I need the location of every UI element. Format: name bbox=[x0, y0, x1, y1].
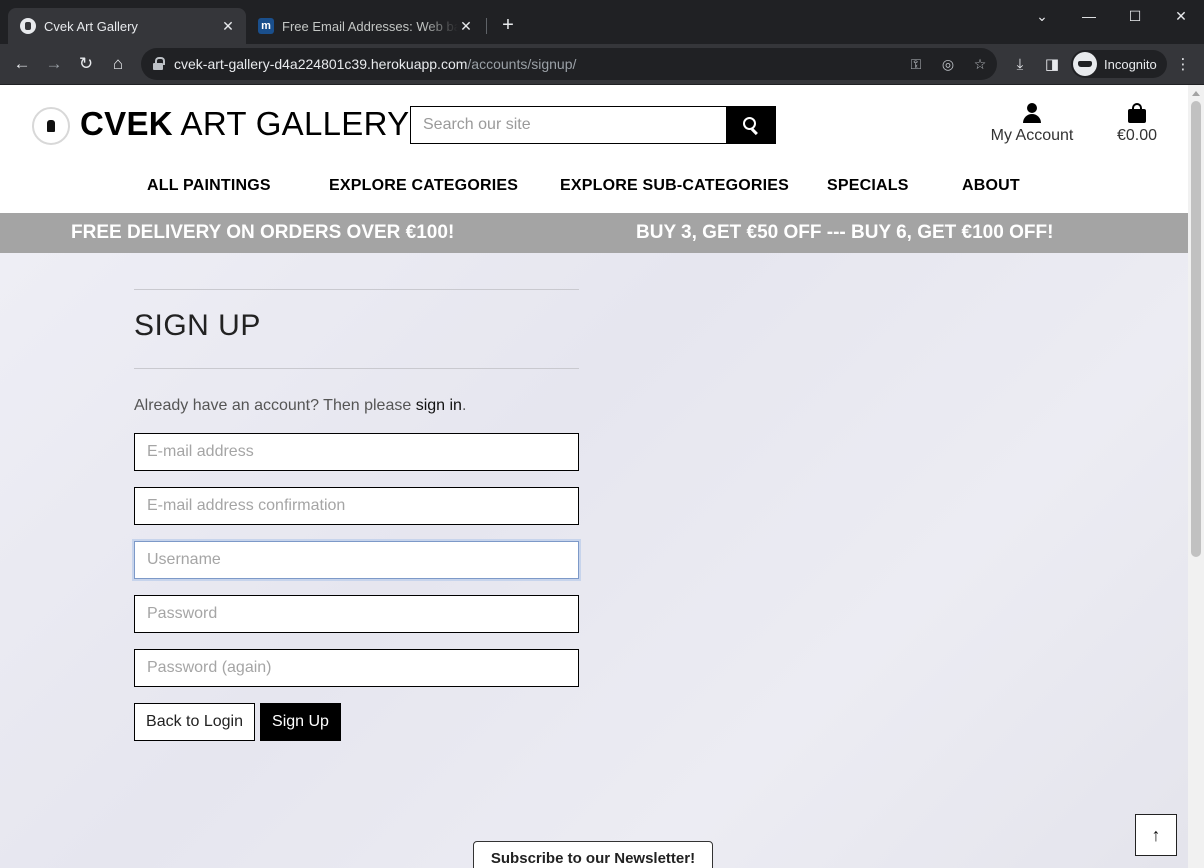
tab-divider bbox=[486, 18, 487, 34]
back-to-top-button[interactable]: ↑ bbox=[1135, 814, 1177, 856]
lock-icon[interactable] bbox=[153, 57, 165, 70]
search-button[interactable] bbox=[726, 106, 776, 144]
tab-title: Cvek Art Gallery bbox=[44, 18, 138, 34]
nav-specials[interactable]: SPECIALS bbox=[827, 177, 909, 195]
minimize-button[interactable]: — bbox=[1079, 6, 1099, 26]
divider bbox=[134, 289, 579, 290]
bag-total: €0.00 bbox=[1116, 127, 1158, 144]
password-field[interactable] bbox=[134, 595, 579, 633]
username-field[interactable] bbox=[134, 541, 579, 579]
sidepanel-icon[interactable]: ◨ bbox=[1043, 56, 1061, 74]
site-header: CVEK ART GALLERY My Account €0.00 ALL PA… bbox=[0, 85, 1188, 213]
incognito-icon bbox=[1073, 52, 1097, 76]
sign-up-button[interactable]: Sign Up bbox=[260, 703, 341, 741]
tab-free-email[interactable]: m Free Email Addresses: Web based ✕ bbox=[250, 8, 484, 44]
scrollbar-thumb[interactable] bbox=[1191, 101, 1201, 557]
close-tab-icon[interactable]: ✕ bbox=[458, 18, 474, 35]
sign-in-link[interactable]: sign in bbox=[416, 397, 462, 414]
nav-about[interactable]: ABOUT bbox=[962, 177, 1020, 195]
download-icon[interactable]: ⤓ bbox=[1011, 56, 1029, 74]
back-to-login-button[interactable]: Back to Login bbox=[134, 703, 255, 741]
newsletter-button[interactable]: Subscribe to our Newsletter! bbox=[473, 841, 713, 868]
nav-all-paintings[interactable]: ALL PAINTINGS bbox=[147, 177, 271, 195]
home-icon[interactable]: ⌂ bbox=[106, 52, 130, 76]
url-text[interactable]: cvek-art-gallery-d4a224801c39.herokuapp.… bbox=[174, 56, 576, 72]
main-nav: ALL PAINTINGS EXPLORE CATEGORIES EXPLORE… bbox=[0, 173, 1188, 199]
key-icon[interactable]: ⚿ bbox=[907, 55, 925, 73]
free-delivery-text: FREE DELIVERY ON ORDERS OVER €100! bbox=[71, 222, 455, 243]
nav-explore-categories[interactable]: EXPLORE CATEGORIES bbox=[329, 177, 518, 195]
new-tab-button[interactable]: + bbox=[498, 14, 518, 36]
browser-tabstrip: Cvek Art Gallery ✕ m Free Email Addresse… bbox=[0, 0, 1204, 44]
close-window-button[interactable]: ✕ bbox=[1171, 6, 1191, 26]
close-tab-icon[interactable]: ✕ bbox=[220, 18, 236, 35]
tab-cvek-art-gallery[interactable]: Cvek Art Gallery ✕ bbox=[8, 8, 246, 44]
maximize-button[interactable]: ☐ bbox=[1125, 6, 1145, 26]
signin-prompt: Already have an account? Then please sig… bbox=[134, 397, 467, 414]
browser-toolbar: ← → ↻ ⌂ cvek-art-gallery-d4a224801c39.he… bbox=[0, 44, 1204, 84]
star-icon[interactable]: ☆ bbox=[971, 55, 989, 73]
search-icon bbox=[743, 117, 759, 133]
search-input[interactable] bbox=[410, 106, 727, 144]
address-bar[interactable]: cvek-art-gallery-d4a224801c39.herokuapp.… bbox=[141, 48, 997, 80]
page-scrollbar[interactable] bbox=[1188, 85, 1204, 868]
divider bbox=[134, 368, 579, 369]
incognito-indicator[interactable]: Incognito bbox=[1071, 50, 1167, 78]
shopping-bag-icon bbox=[1128, 103, 1146, 123]
nav-explore-sub-categories[interactable]: EXPLORE SUB-CATEGORIES bbox=[560, 177, 789, 195]
gallery-logo[interactable] bbox=[32, 107, 70, 145]
brand-name[interactable]: CVEK ART GALLERY bbox=[80, 105, 409, 143]
my-account-link[interactable]: My Account bbox=[985, 103, 1079, 145]
forward-arrow-icon[interactable]: → bbox=[42, 52, 66, 76]
email-confirm-field[interactable] bbox=[134, 487, 579, 525]
page-viewport: CVEK ART GALLERY My Account €0.00 ALL PA… bbox=[0, 85, 1188, 868]
site-favicon-icon bbox=[20, 18, 36, 34]
scroll-up-icon[interactable] bbox=[1192, 91, 1200, 96]
page-title: SIGN UP bbox=[134, 309, 261, 342]
my-account-label: My Account bbox=[990, 127, 1074, 144]
password-again-field[interactable] bbox=[134, 649, 579, 687]
user-icon bbox=[1022, 103, 1042, 123]
mailinator-favicon-icon: m bbox=[258, 18, 274, 34]
incognito-label: Incognito bbox=[1104, 56, 1157, 72]
shopping-bag-link[interactable]: €0.00 bbox=[1112, 103, 1162, 145]
tab-search-icon[interactable]: ⌄ bbox=[1032, 6, 1052, 26]
eye-off-icon[interactable]: ◎ bbox=[939, 55, 957, 73]
site-search bbox=[410, 106, 776, 144]
tab-title: Free Email Addresses: Web based bbox=[282, 18, 458, 34]
email-field[interactable] bbox=[134, 433, 579, 471]
reload-icon[interactable]: ↻ bbox=[74, 52, 98, 76]
menu-icon[interactable]: ⋮ bbox=[1174, 56, 1192, 74]
bundle-offer-text: BUY 3, GET €50 OFF --- BUY 6, GET €100 O… bbox=[636, 222, 1054, 243]
back-arrow-icon[interactable]: ← bbox=[10, 52, 34, 76]
promo-banner: FREE DELIVERY ON ORDERS OVER €100! BUY 3… bbox=[0, 213, 1188, 253]
